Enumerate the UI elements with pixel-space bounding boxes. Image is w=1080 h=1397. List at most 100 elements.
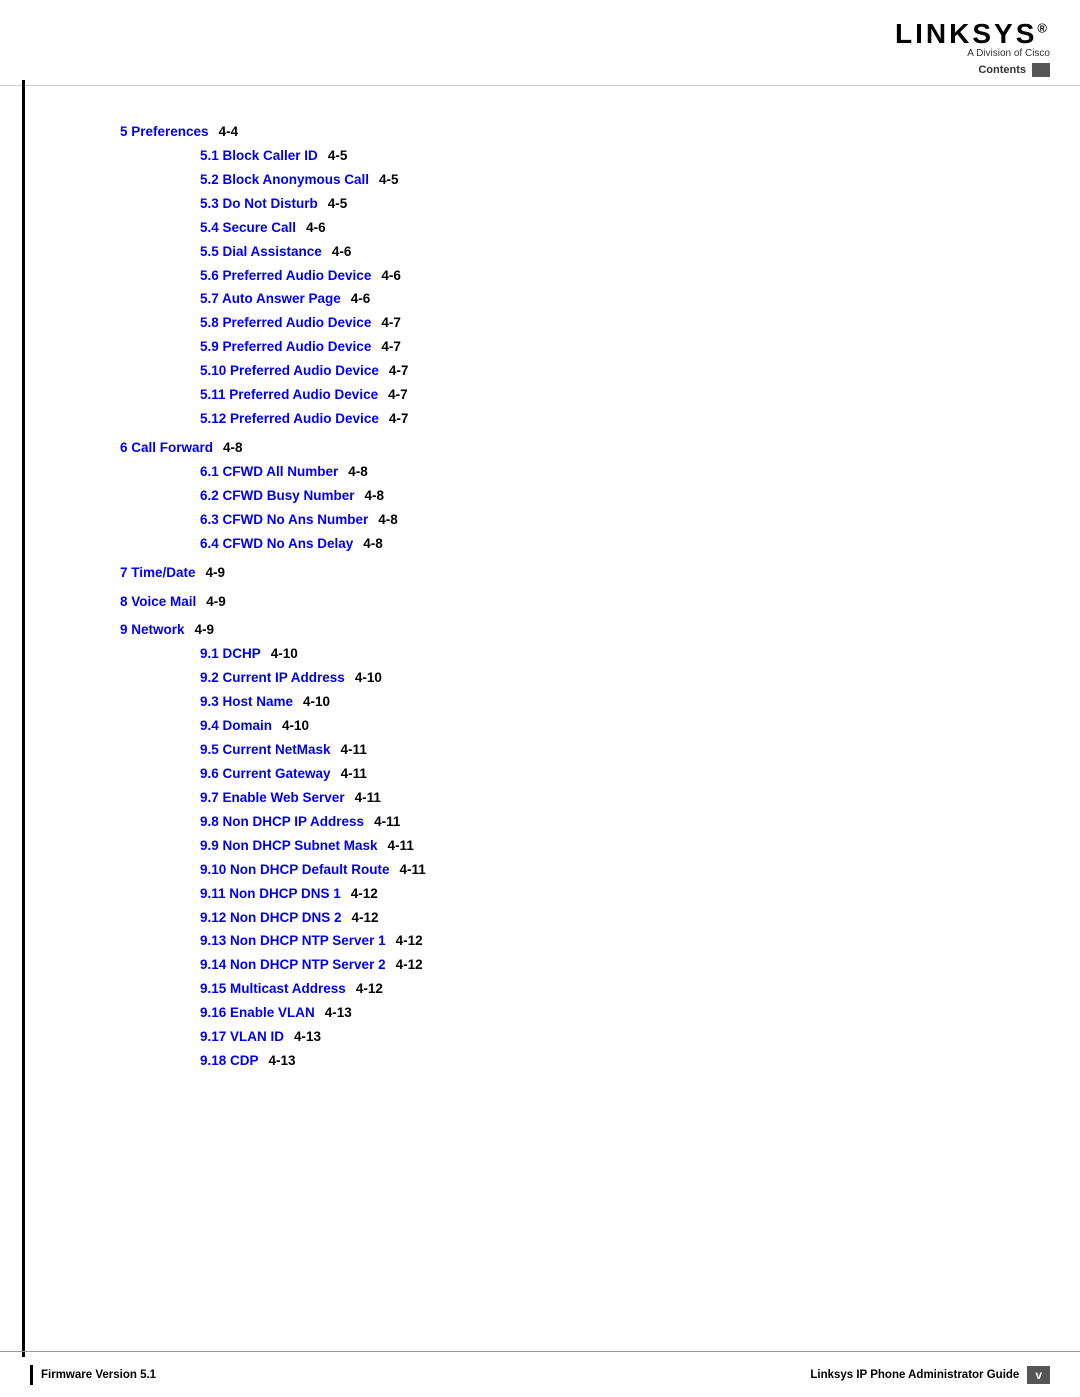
toc-section-61: 6.1 CFWD All Number 4-8 xyxy=(200,462,1020,483)
toc-section-63: 6.3 CFWD No Ans Number 4-8 xyxy=(200,510,1020,531)
toc-link-9[interactable]: 9 Network xyxy=(120,620,185,641)
toc-link-913[interactable]: 9.13 Non DHCP NTP Server 1 xyxy=(200,931,386,952)
toc-page-96: 4-11 xyxy=(341,764,367,785)
toc-link-62[interactable]: 6.2 CFWD Busy Number xyxy=(200,486,355,507)
toc-page-52: 4-5 xyxy=(379,170,399,191)
toc-page-53: 4-5 xyxy=(328,194,348,215)
toc-section-64: 6.4 CFWD No Ans Delay 4-8 xyxy=(200,534,1020,555)
toc-section-918: 9.18 CDP 4-13 xyxy=(200,1051,1020,1072)
toc-link-64[interactable]: 6.4 CFWD No Ans Delay xyxy=(200,534,353,555)
toc-link-52[interactable]: 5.2 Block Anonymous Call xyxy=(200,170,369,191)
toc-page-915: 4-12 xyxy=(356,979,383,1000)
toc-page-912: 4-12 xyxy=(352,908,379,929)
toc-link-7[interactable]: 7 Time/Date xyxy=(120,563,196,584)
toc-link-93[interactable]: 9.3 Host Name xyxy=(200,692,293,713)
toc-link-57[interactable]: 5.7 Auto Answer Page xyxy=(200,289,341,310)
toc-link-63[interactable]: 6.3 CFWD No Ans Number xyxy=(200,510,368,531)
toc-link-5[interactable]: 5 Preferences xyxy=(120,122,209,143)
toc-section-6: 6 Call Forward 4-8 xyxy=(120,438,1020,459)
toc-page-8: 4-9 xyxy=(206,592,226,613)
toc-link-8[interactable]: 8 Voice Mail xyxy=(120,592,196,613)
toc-page-91: 4-10 xyxy=(271,644,298,665)
logo-reg: ® xyxy=(1037,21,1050,36)
toc-section-95: 9.5 Current NetMask 4-11 xyxy=(200,740,1020,761)
toc-link-97[interactable]: 9.7 Enable Web Server xyxy=(200,788,345,809)
toc-section-912: 9.12 Non DHCP DNS 2 4-12 xyxy=(200,908,1020,929)
toc-link-914[interactable]: 9.14 Non DHCP NTP Server 2 xyxy=(200,955,386,976)
toc-page-92: 4-10 xyxy=(355,668,382,689)
toc-link-55[interactable]: 5.5 Dial Assistance xyxy=(200,242,322,263)
toc-link-911[interactable]: 9.11 Non DHCP DNS 1 xyxy=(200,884,341,905)
toc-link-96[interactable]: 9.6 Current Gateway xyxy=(200,764,331,785)
toc-link-510[interactable]: 5.10 Preferred Audio Device xyxy=(200,361,379,382)
toc-section-54: 5.4 Secure Call 4-6 xyxy=(200,218,1020,239)
toc-page-510: 4-7 xyxy=(389,361,409,382)
toc-link-58[interactable]: 5.8 Preferred Audio Device xyxy=(200,313,371,334)
toc-page-57: 4-6 xyxy=(351,289,371,310)
toc-link-56[interactable]: 5.6 Preferred Audio Device xyxy=(200,266,371,287)
toc-link-6[interactable]: 6 Call Forward xyxy=(120,438,213,459)
toc-page-9: 4-9 xyxy=(195,620,215,641)
toc-section-53: 5.3 Do Not Disturb 4-5 xyxy=(200,194,1020,215)
toc-link-54[interactable]: 5.4 Secure Call xyxy=(200,218,296,239)
toc-page-911: 4-12 xyxy=(351,884,378,905)
toc-link-92[interactable]: 9.2 Current IP Address xyxy=(200,668,345,689)
toc-section-916: 9.16 Enable VLAN 4-13 xyxy=(200,1003,1020,1024)
toc-page-99: 4-11 xyxy=(388,836,414,857)
toc-section-56: 5.6 Preferred Audio Device 4-6 xyxy=(200,266,1020,287)
toc-page-918: 4-13 xyxy=(269,1051,296,1072)
toc-section-52: 5.2 Block Anonymous Call 4-5 xyxy=(200,170,1020,191)
toc-page-63: 4-8 xyxy=(378,510,398,531)
page-header: LINKSYS® A Division of Cisco Contents xyxy=(0,0,1080,86)
toc-link-99[interactable]: 9.9 Non DHCP Subnet Mask xyxy=(200,836,378,857)
toc-section-510: 5.10 Preferred Audio Device 4-7 xyxy=(200,361,1020,382)
toc-link-59[interactable]: 5.9 Preferred Audio Device xyxy=(200,337,371,358)
toc-section-51: 5.1 Block Caller ID 4-5 xyxy=(200,146,1020,167)
toc-section-62: 6.2 CFWD Busy Number 4-8 xyxy=(200,486,1020,507)
toc-page-7: 4-9 xyxy=(206,563,226,584)
toc-section-91: 9.1 DCHP 4-10 xyxy=(200,644,1020,665)
toc-section-511: 5.11 Preferred Audio Device 4-7 xyxy=(200,385,1020,406)
toc-page-512: 4-7 xyxy=(389,409,409,430)
contents-row: Contents xyxy=(978,63,1050,77)
toc-link-91[interactable]: 9.1 DCHP xyxy=(200,644,261,665)
toc-page-913: 4-12 xyxy=(396,931,423,952)
toc-link-916[interactable]: 9.16 Enable VLAN xyxy=(200,1003,315,1024)
footer-bar-icon xyxy=(30,1365,33,1385)
toc-link-910[interactable]: 9.10 Non DHCP Default Route xyxy=(200,860,390,881)
toc-section-512: 5.12 Preferred Audio Device 4-7 xyxy=(200,409,1020,430)
toc-page-97: 4-11 xyxy=(355,788,381,809)
toc-link-51[interactable]: 5.1 Block Caller ID xyxy=(200,146,318,167)
toc-section-99: 9.9 Non DHCP Subnet Mask 4-11 xyxy=(200,836,1020,857)
toc-section-8: 8 Voice Mail 4-9 xyxy=(120,592,1020,613)
toc-link-98[interactable]: 9.8 Non DHCP IP Address xyxy=(200,812,364,833)
toc-link-95[interactable]: 9.5 Current NetMask xyxy=(200,740,331,761)
toc-link-53[interactable]: 5.3 Do Not Disturb xyxy=(200,194,318,215)
toc-page-511: 4-7 xyxy=(388,385,408,406)
toc-link-915[interactable]: 9.15 Multicast Address xyxy=(200,979,346,1000)
toc-link-94[interactable]: 9.4 Domain xyxy=(200,716,272,737)
toc-page-64: 4-8 xyxy=(363,534,383,555)
toc-link-917[interactable]: 9.17 VLAN ID xyxy=(200,1027,284,1048)
toc-page-6: 4-8 xyxy=(223,438,243,459)
toc-section-915: 9.15 Multicast Address 4-12 xyxy=(200,979,1020,1000)
toc-link-512[interactable]: 5.12 Preferred Audio Device xyxy=(200,409,379,430)
toc-page-94: 4-10 xyxy=(282,716,309,737)
toc-section-913: 9.13 Non DHCP NTP Server 1 4-12 xyxy=(200,931,1020,952)
toc-link-511[interactable]: 5.11 Preferred Audio Device xyxy=(200,385,378,406)
toc-page-58: 4-7 xyxy=(381,313,401,334)
toc-section-910: 9.10 Non DHCP Default Route 4-11 xyxy=(200,860,1020,881)
toc-section-92: 9.2 Current IP Address 4-10 xyxy=(200,668,1020,689)
toc-section-55: 5.5 Dial Assistance 4-6 xyxy=(200,242,1020,263)
toc-content: 5 Preferences 4-4 5.1 Block Caller ID 4-… xyxy=(0,86,1080,1155)
toc-section-59: 5.9 Preferred Audio Device 4-7 xyxy=(200,337,1020,358)
toc-link-918[interactable]: 9.18 CDP xyxy=(200,1051,259,1072)
toc-page-93: 4-10 xyxy=(303,692,330,713)
contents-label: Contents xyxy=(978,64,1026,76)
toc-page-95: 4-11 xyxy=(341,740,367,761)
toc-link-912[interactable]: 9.12 Non DHCP DNS 2 xyxy=(200,908,342,929)
toc-section-58: 5.8 Preferred Audio Device 4-7 xyxy=(200,313,1020,334)
toc-page-59: 4-7 xyxy=(381,337,401,358)
toc-section-914: 9.14 Non DHCP NTP Server 2 4-12 xyxy=(200,955,1020,976)
toc-link-61[interactable]: 6.1 CFWD All Number xyxy=(200,462,338,483)
